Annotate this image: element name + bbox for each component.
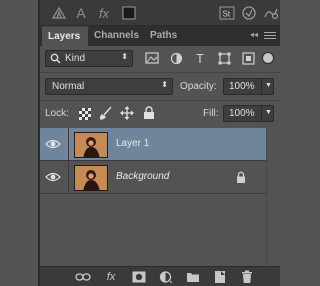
link-layers-icon[interactable] [75,270,91,284]
pixel-layer-filter-icon[interactable] [144,50,160,66]
lock-icon [236,171,246,184]
smart-object-filter-icon[interactable] [240,50,256,66]
layer-name[interactable]: Background [116,171,169,182]
divider [68,161,69,194]
tab-paths[interactable]: Paths [144,26,184,46]
top-toolbar: A fx St [40,0,280,26]
fx-icon[interactable]: fx [95,4,113,22]
filter-toggle-switch[interactable] [262,52,274,64]
layer-thumbnail [74,165,108,191]
character-styles-icon[interactable]: St [218,4,236,22]
divider [40,100,280,101]
opacity-label: Opacity: [180,81,217,92]
trash-icon[interactable] [239,270,255,284]
lock-all-icon[interactable] [143,106,155,120]
color-swatch-icon[interactable] [120,4,138,22]
filter-kind-select[interactable]: Kind ⬍ [45,50,133,67]
eye-icon[interactable] [45,137,61,151]
3d-warp-icon[interactable] [50,4,68,22]
new-adjustment-layer-icon[interactable] [158,270,174,284]
layer-style-icon[interactable]: fx [103,270,119,284]
divider [68,128,69,161]
lock-image-pixels-icon[interactable] [99,106,113,120]
opacity-dropdown-button[interactable]: ▼ [261,78,274,95]
opacity-value: 100% [229,81,255,92]
panel-menu-icon[interactable] [264,30,276,42]
libraries-icon[interactable] [240,4,258,22]
fill-label: Fill: [203,108,219,119]
type-tool-icon[interactable]: A [72,4,90,22]
chevron-down-icon: ▼ [265,109,272,116]
lock-label: Lock: [45,108,69,119]
panel-tabs: Layers Channels Paths ◂◂ [40,26,280,46]
add-mask-icon[interactable] [131,270,147,284]
updown-arrows-icon: ⬍ [161,80,168,89]
adjustments-icon[interactable] [262,4,280,22]
filter-kind-label: Kind [65,53,86,64]
shape-layer-filter-icon[interactable] [216,50,232,66]
new-layer-icon[interactable] [212,270,228,284]
bottom-toolbar: fx [40,266,280,286]
chevron-down-icon: ▼ [265,82,272,89]
updown-arrows-icon: ⬍ [121,52,128,61]
blend-mode-select[interactable]: Normal ⬍ [45,78,173,95]
tab-channels[interactable]: Channels [88,26,144,46]
divider [40,72,280,73]
layer-thumbnail [74,132,108,158]
collapse-arrows-icon[interactable]: ◂◂ [250,30,258,39]
type-layer-filter-icon[interactable]: T [192,50,208,66]
adjustment-layer-filter-icon[interactable] [168,50,184,66]
new-group-icon[interactable] [185,270,201,284]
layers-scrollbar[interactable] [266,126,280,266]
tab-layers[interactable]: Layers [42,26,88,46]
left-dock-strip [0,0,39,286]
layer-row[interactable]: Layer 1 [40,128,266,161]
fill-value: 100% [229,108,255,119]
layer-name[interactable]: Layer 1 [116,138,149,149]
fill-dropdown-button[interactable]: ▼ [261,105,274,122]
search-icon [50,53,61,67]
eye-icon[interactable] [45,170,61,184]
lock-transparent-pixels-icon[interactable] [79,107,91,120]
layer-row[interactable]: Background [40,161,266,194]
blend-mode-value: Normal [52,81,85,92]
lock-position-icon[interactable] [120,106,134,120]
character-styles-label: St [223,10,231,19]
